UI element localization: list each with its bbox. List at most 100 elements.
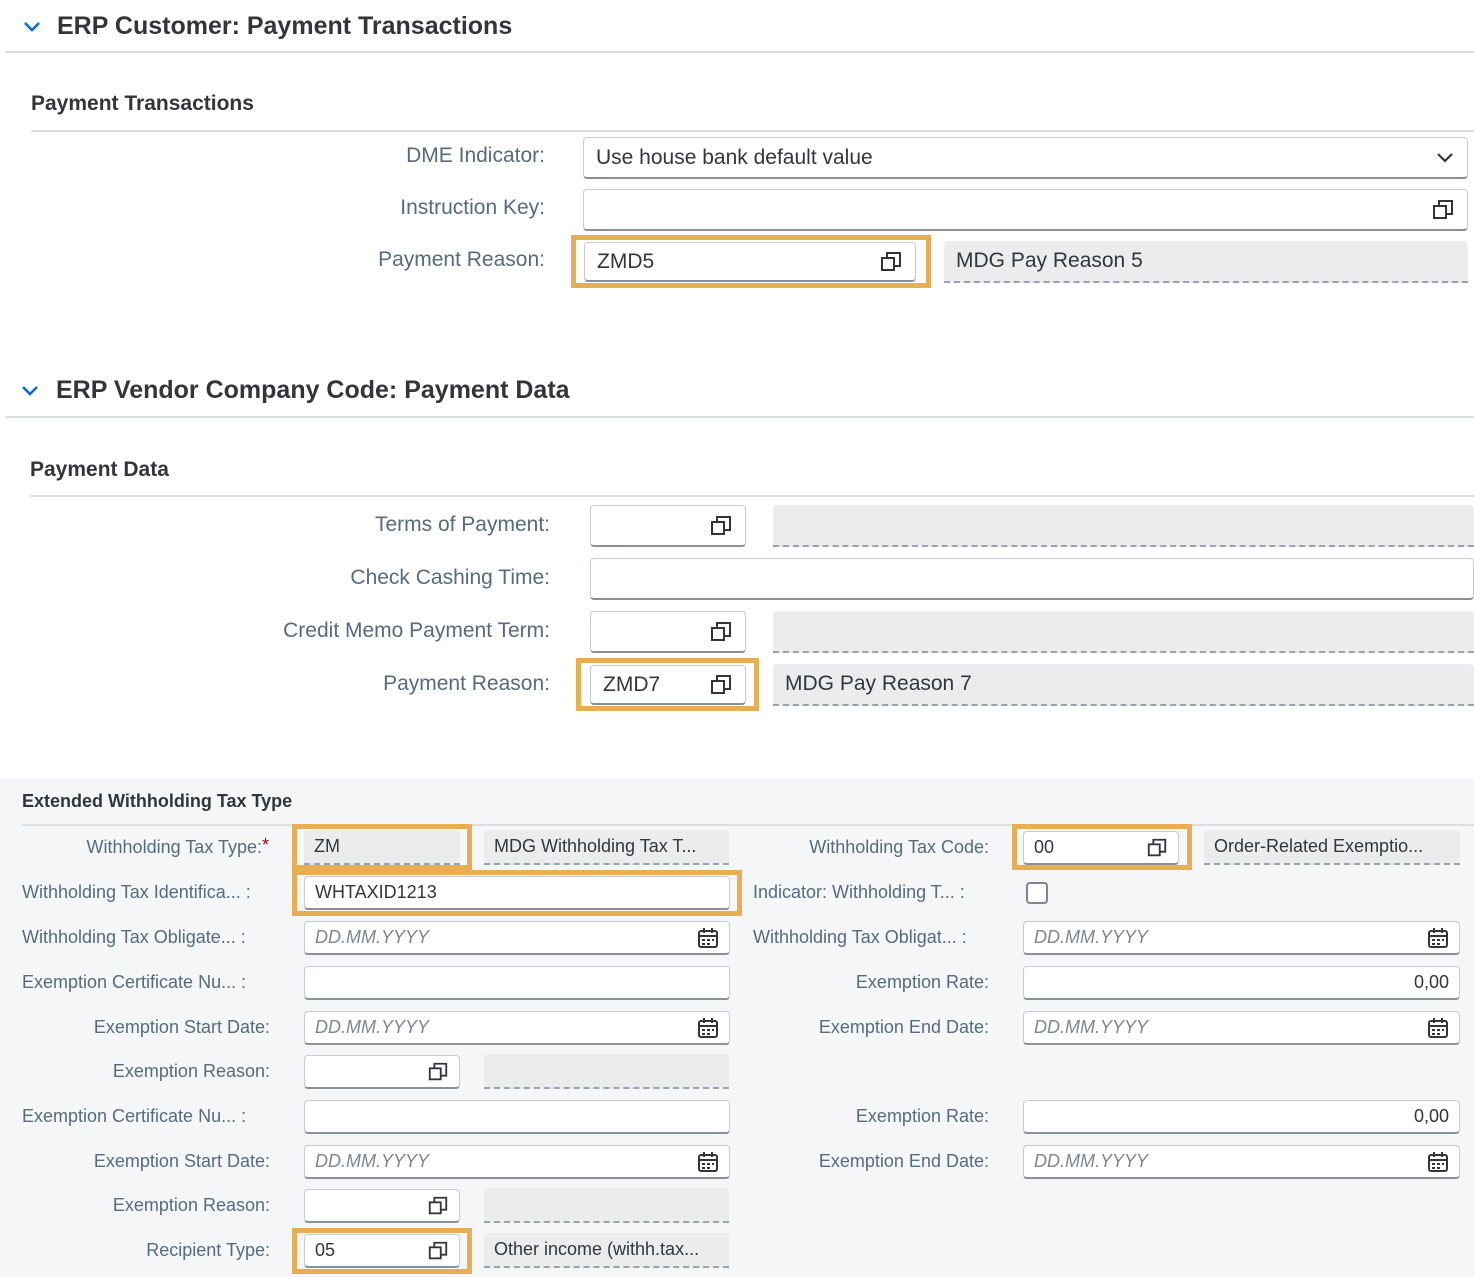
exemption-certificate-label: Exemption Certificate Nu... : [22,1106,247,1126]
exemption-reason-input[interactable] [304,1055,460,1089]
section-divider [31,130,1474,132]
section-divider [30,495,1474,497]
withholding-tax-code-description: Order-Related Exemptio... [1204,830,1460,865]
instruction-key-input[interactable] [583,189,1468,231]
exemption-end-date-label: Exemption End Date: [818,1151,989,1171]
date-placeholder: DD.MM.YYYY [1034,1151,1149,1171]
withholding-tax-obligated-to-date[interactable]: DD.MM.YYYY [1023,921,1460,955]
withholding-tax-obligated-to-label: Withholding Tax Obligat... : [753,927,967,947]
calendar-icon[interactable] [1427,1017,1449,1039]
withholding-tax-type-label: Withholding Tax Type: [0,837,262,858]
exemption-reason-input[interactable] [304,1189,460,1223]
date-placeholder: DD.MM.YYYY [315,1151,430,1171]
value-help-icon[interactable] [879,250,903,274]
withholding-tax-obligated-from-date[interactable]: DD.MM.YYYY [304,921,730,955]
payment-reason-label: Payment Reason: [383,672,550,695]
indicator-withholding-checkbox[interactable] [1026,882,1048,904]
withholding-tax-identification-input[interactable]: WHTAXID1213 [304,876,730,910]
calendar-icon[interactable] [697,927,719,949]
payment-reason-label: Payment Reason: [378,248,545,271]
date-placeholder: DD.MM.YYYY [315,1017,430,1037]
section-divider [22,824,1474,826]
value-help-icon[interactable] [427,1061,449,1083]
exemption-rate-label: Exemption Rate: [855,1106,989,1126]
payment-reason-value: ZMD7 [603,672,661,696]
withholding-tax-code-label: Withholding Tax Code: [809,837,989,857]
payment-reason-input[interactable]: ZMD5 [584,242,916,282]
recipient-type-description: Other income (withh.tax... [484,1233,729,1268]
exemption-end-date-label: Exemption End Date: [818,1017,989,1037]
withholding-tax-type-label-text: Withholding Tax Type: [86,837,262,857]
value-help-icon[interactable] [427,1195,449,1217]
exemption-reason-label: Exemption Reason: [112,1061,270,1081]
withholding-tax-code-value: 00 [1034,837,1055,857]
panel-header-divider [5,51,1474,53]
payment-reason-value: ZMD5 [597,249,655,273]
payment-reason-description: MDG Pay Reason 7 [773,664,1474,706]
panel-title: ERP Customer: Payment Transactions [57,12,513,40]
withholding-tax-type-value: ZM [304,830,460,865]
exemption-rate-label: Exemption Rate: [855,972,989,992]
exemption-end-date-input[interactable]: DD.MM.YYYY [1023,1011,1460,1045]
chevron-down-icon[interactable] [19,380,41,402]
value-help-icon[interactable] [1146,837,1168,859]
exemption-start-date-input[interactable]: DD.MM.YYYY [304,1011,730,1045]
dropdown-arrow-icon[interactable] [1435,148,1455,168]
recipient-type-input[interactable]: 05 [304,1234,460,1268]
payment-reason-input[interactable]: ZMD7 [590,665,746,705]
terms-of-payment-description [773,505,1474,547]
indicator-withholding-label: Indicator: Withholding T... : [753,882,965,902]
section-title: Extended Withholding Tax Type [22,791,293,811]
panel-header-divider [5,416,1474,418]
withholding-tax-panel: Extended Withholding Tax Type Withholdin… [0,778,1474,1277]
dme-indicator-select[interactable]: Use house bank default value [583,137,1468,179]
required-marker: * [262,835,270,855]
exemption-start-date-input[interactable]: DD.MM.YYYY [304,1145,730,1179]
exemption-reason-description [484,1054,729,1089]
exemption-rate-value: 0,00 [1413,1106,1449,1126]
exemption-rate-value: 0,00 [1413,972,1449,992]
dme-indicator-value: Use house bank default value [596,145,873,169]
date-placeholder: DD.MM.YYYY [315,927,430,947]
calendar-icon[interactable] [1427,927,1449,949]
section-title: Payment Data [30,458,169,481]
exemption-start-date-label: Exemption Start Date: [93,1017,270,1037]
date-placeholder: DD.MM.YYYY [1034,927,1149,947]
calendar-icon[interactable] [697,1017,719,1039]
exemption-end-date-input[interactable]: DD.MM.YYYY [1023,1145,1460,1179]
check-cashing-time-label: Check Cashing Time: [350,566,550,589]
withholding-tax-identification-label: Withholding Tax Identifica... : [22,882,251,902]
date-placeholder: DD.MM.YYYY [1034,1017,1149,1037]
chevron-down-icon[interactable] [21,16,43,38]
value-help-icon[interactable] [1431,198,1455,222]
value-help-icon[interactable] [709,514,733,538]
payment-reason-description: MDG Pay Reason 5 [944,241,1468,283]
credit-memo-payment-term-description [773,611,1474,653]
exemption-reason-description [484,1188,729,1223]
withholding-tax-type-description: MDG Withholding Tax T... [484,830,729,865]
exemption-rate-input[interactable]: 0,00 [1023,966,1460,1000]
exemption-certificate-input[interactable] [304,1100,730,1134]
credit-memo-payment-term-input[interactable] [590,611,746,653]
panel-title: ERP Vendor Company Code: Payment Data [56,376,570,404]
value-help-icon[interactable] [709,673,733,697]
instruction-key-label: Instruction Key: [400,196,545,219]
vendor-payment-panel: ERP Vendor Company Code: Payment Data Pa… [5,369,1474,719]
exemption-start-date-label: Exemption Start Date: [93,1151,270,1171]
withholding-tax-code-input[interactable]: 00 [1023,831,1179,865]
terms-of-payment-input[interactable] [590,505,746,547]
calendar-icon[interactable] [697,1151,719,1173]
calendar-icon[interactable] [1427,1151,1449,1173]
customer-payment-panel: ERP Customer: Payment Transactions Payme… [5,6,1474,312]
section-title: Payment Transactions [31,92,254,115]
exemption-rate-input[interactable]: 0,00 [1023,1100,1460,1134]
recipient-type-value: 05 [315,1240,336,1260]
withholding-tax-obligated-from-label: Withholding Tax Obligate... : [22,927,246,947]
exemption-certificate-input[interactable] [304,966,730,1000]
recipient-type-label: Recipient Type: [146,1240,270,1260]
value-help-icon[interactable] [709,620,733,644]
check-cashing-time-input[interactable] [590,558,1474,600]
value-help-icon[interactable] [427,1240,449,1262]
terms-of-payment-label: Terms of Payment: [374,513,550,536]
exemption-certificate-label: Exemption Certificate Nu... : [22,972,247,992]
